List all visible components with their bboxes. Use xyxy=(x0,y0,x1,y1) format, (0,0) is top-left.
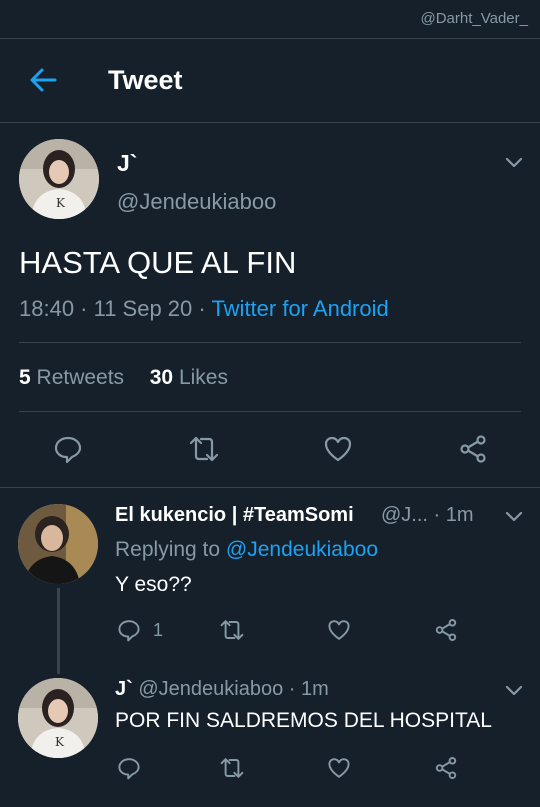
chevron-down-icon[interactable] xyxy=(505,156,523,168)
reply-text: Y eso?? xyxy=(115,573,192,596)
page-title: Tweet xyxy=(108,65,183,95)
svg-text:K: K xyxy=(56,196,66,210)
watermark: @Darht_Vader_ xyxy=(420,10,528,27)
retweets-count: 5 xyxy=(19,366,31,389)
reply-handle-time: @J... · 1m xyxy=(381,504,474,526)
retweet-icon[interactable] xyxy=(219,756,245,780)
retweet-icon[interactable] xyxy=(219,618,245,642)
likes-stat[interactable]: 30 Likes xyxy=(150,366,228,389)
retweets-stat[interactable]: 5 Retweets xyxy=(19,366,124,389)
share-icon[interactable] xyxy=(434,756,458,780)
reply-header: J` @Jendeukiaboo · 1m xyxy=(115,678,329,701)
tweet-text: HASTA QUE AL FIN xyxy=(19,245,297,280)
svg-text:K: K xyxy=(55,735,65,749)
tweet-source-link[interactable]: Twitter for Android xyxy=(211,296,388,321)
avatar[interactable] xyxy=(18,504,98,584)
likes-label: Likes xyxy=(173,366,228,389)
reply-icon[interactable] xyxy=(53,434,83,464)
retweet-icon[interactable] xyxy=(188,434,220,464)
author-handle[interactable]: @Jendeukiaboo xyxy=(117,189,276,215)
tweet-meta: 18:40 · 11 Sep 20 · Twitter for Android xyxy=(19,296,389,322)
divider xyxy=(19,342,521,343)
like-icon[interactable] xyxy=(323,434,353,464)
replying-to-prefix: Replying to xyxy=(115,538,226,561)
like-icon[interactable] xyxy=(327,618,351,642)
reply-count: 1 xyxy=(153,619,164,640)
share-icon[interactable] xyxy=(458,434,488,464)
retweets-label: Retweets xyxy=(30,366,125,389)
divider xyxy=(19,411,521,412)
replying-to-link[interactable]: @Jendeukiaboo xyxy=(226,538,378,561)
like-icon[interactable] xyxy=(327,756,351,780)
reply-text: POR FIN SALDREMOS DEL HOSPITAL xyxy=(115,709,492,732)
avatar[interactable]: K xyxy=(19,139,99,219)
share-icon[interactable] xyxy=(434,618,458,642)
reply-author-name[interactable]: J` xyxy=(115,678,133,700)
chevron-down-icon[interactable] xyxy=(505,510,523,522)
reply-button[interactable]: 1 xyxy=(117,618,163,642)
divider xyxy=(0,487,540,488)
tweet-time: 18:40 · 11 Sep 20 · xyxy=(19,296,212,321)
back-arrow-icon[interactable] xyxy=(28,65,58,95)
author-name[interactable]: J` xyxy=(117,150,137,177)
thread-line xyxy=(57,588,60,674)
reply-handle-time: @Jendeukiaboo · 1m xyxy=(132,678,329,700)
reply-author-name[interactable]: El kukencio | #TeamSomi xyxy=(115,504,354,527)
chevron-down-icon[interactable] xyxy=(505,684,523,696)
header-bar: Tweet xyxy=(0,38,540,123)
reply-icon[interactable] xyxy=(117,756,141,780)
likes-count: 30 xyxy=(149,366,174,389)
avatar[interactable]: K xyxy=(18,678,98,758)
reply-icon xyxy=(118,620,140,642)
tweet-stats: 5 Retweets 30 Likes xyxy=(19,366,228,390)
replying-to: Replying to @Jendeukiaboo xyxy=(115,538,378,562)
